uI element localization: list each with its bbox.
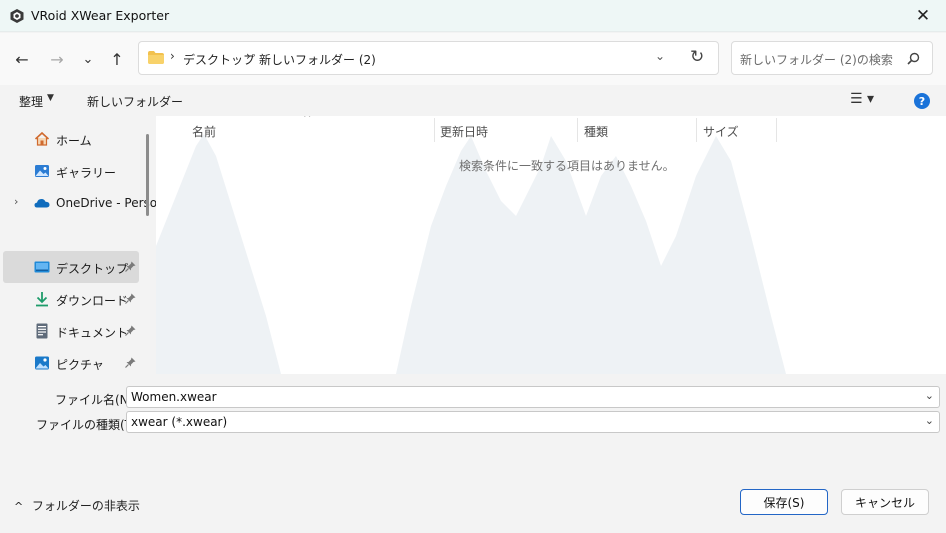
breadcrumb-desktop[interactable]: デスクトップ: [183, 51, 255, 68]
forward-button[interactable]: →: [44, 46, 70, 72]
save-form: ファイル名(N): Women.xwear ⌄ ファイルの種類(T): xwea…: [0, 374, 946, 533]
sidebar-item-documents[interactable]: ドキュメント: [3, 315, 139, 347]
navigation-pane: ホーム ギャラリー › OneDrive - Perso デスクトップ ダウンロ…: [0, 116, 156, 374]
sidebar-item-label: ホーム: [56, 134, 92, 148]
sidebar-item-downloads[interactable]: ダウンロード: [3, 283, 139, 315]
pictures-icon: [35, 356, 49, 370]
column-header-type[interactable]: 種類: [584, 116, 608, 142]
sidebar-item-home[interactable]: ホーム: [3, 123, 139, 155]
close-icon: ✕: [915, 6, 931, 26]
help-icon[interactable]: ?: [914, 93, 930, 109]
address-dropdown-icon[interactable]: ⌄: [655, 49, 665, 63]
chevron-up-icon: ^: [14, 500, 24, 513]
view-options-button[interactable]: ☰ ▾: [850, 91, 890, 111]
pin-icon[interactable]: [125, 357, 136, 368]
sidebar-item-label: ギャラリー: [56, 166, 117, 180]
breadcrumb-separator: ›: [170, 49, 175, 63]
sidebar-item-onedrive[interactable]: › OneDrive - Perso: [3, 187, 156, 219]
search-placeholder: 新しいフォルダー (2)の検索: [740, 53, 893, 67]
sidebar-scrollbar[interactable]: [146, 134, 149, 216]
sidebar-item-label: OneDrive - Perso: [56, 196, 156, 210]
search-icon[interactable]: [907, 52, 920, 65]
chevron-down-icon[interactable]: ⌄: [925, 414, 934, 427]
column-header-modified[interactable]: 更新日時: [440, 116, 488, 142]
sidebar-item-label: ダウンロード: [56, 294, 129, 308]
new-folder-button[interactable]: 新しいフォルダー: [87, 93, 183, 110]
sidebar-item-label: ドキュメント: [56, 326, 129, 340]
recent-locations-button[interactable]: ⌄: [75, 46, 101, 72]
download-icon: [36, 292, 48, 307]
pin-icon[interactable]: [125, 293, 136, 304]
up-button[interactable]: ↑: [104, 46, 130, 72]
breadcrumb-separator: ›: [246, 49, 251, 63]
pin-icon[interactable]: [125, 325, 136, 336]
title-bar: VRoid XWear Exporter ✕: [0, 0, 946, 32]
sidebar-item-desktop[interactable]: デスクトップ: [3, 251, 139, 283]
cancel-button-label: キャンセル: [854, 495, 915, 510]
sort-ascending-icon: ^: [303, 116, 312, 124]
chevron-down-icon[interactable]: ⌄: [925, 389, 934, 402]
organize-caret-icon: ▼: [47, 93, 54, 103]
close-button[interactable]: ✕: [900, 0, 946, 32]
hide-folders-toggle[interactable]: ^ フォルダーの非表示: [14, 497, 140, 514]
filename-value: Women.xwear: [131, 390, 217, 404]
sidebar-item-label: デスクトップ: [56, 262, 129, 276]
back-arrow-icon: ←: [15, 49, 29, 69]
folder-icon: [148, 51, 164, 64]
column-divider[interactable]: [577, 118, 578, 142]
back-button[interactable]: ←: [9, 46, 35, 72]
column-divider[interactable]: [696, 118, 697, 142]
sidebar-item-label: ピクチャ: [56, 358, 104, 372]
cancel-button[interactable]: キャンセル: [841, 489, 929, 515]
command-bar: 整理 ▼ 新しいフォルダー ☰ ▾ ?: [0, 85, 946, 116]
expand-chevron-icon[interactable]: ›: [14, 195, 18, 208]
file-list: ^ 名前 更新日時 種類 サイズ 検索条件に一致する項目はありません。: [156, 116, 946, 374]
desktop-icon: [34, 261, 50, 273]
refresh-icon[interactable]: ↻: [690, 47, 704, 67]
gallery-icon: [35, 165, 49, 177]
navigation-bar: ← → ⌄ ↑ › デスクトップ › 新しいフォルダー (2) ⌄ ↻ 新しいフ…: [0, 33, 946, 85]
column-header-name[interactable]: 名前: [192, 116, 216, 142]
home-icon: [34, 131, 50, 146]
hide-folders-label: フォルダーの非表示: [31, 499, 140, 513]
pin-icon[interactable]: [125, 261, 136, 272]
sidebar-item-gallery[interactable]: ギャラリー: [3, 155, 139, 187]
organize-button[interactable]: 整理: [19, 93, 43, 110]
onedrive-icon: [34, 199, 50, 208]
filename-input[interactable]: Women.xwear ⌄: [126, 386, 940, 408]
filetype-select[interactable]: xwear (*.xwear) ⌄: [126, 411, 940, 433]
save-button-label: 保存(S): [763, 495, 805, 510]
up-arrow-icon: ↑: [110, 49, 124, 69]
help-glyph: ?: [918, 94, 926, 108]
filetype-value: xwear (*.xwear): [131, 415, 228, 429]
documents-icon: [36, 323, 48, 339]
column-header-size[interactable]: サイズ: [703, 116, 739, 142]
background-watermark: [156, 134, 786, 374]
search-box[interactable]: 新しいフォルダー (2)の検索: [731, 41, 933, 75]
column-divider[interactable]: [776, 118, 777, 142]
vroid-app-icon: [10, 9, 24, 23]
sidebar-item-pictures[interactable]: ピクチャ: [3, 347, 139, 374]
address-bar[interactable]: › デスクトップ › 新しいフォルダー (2) ⌄ ↻: [138, 41, 719, 75]
window-title: VRoid XWear Exporter: [31, 8, 170, 23]
column-divider[interactable]: [434, 118, 435, 142]
chevron-down-icon: ⌄: [82, 51, 94, 67]
save-button[interactable]: 保存(S): [740, 489, 828, 515]
empty-results-message: 検索条件に一致する項目はありません。: [459, 159, 675, 173]
breadcrumb-current-folder[interactable]: 新しいフォルダー (2): [259, 51, 376, 68]
forward-arrow-icon: →: [50, 49, 64, 69]
